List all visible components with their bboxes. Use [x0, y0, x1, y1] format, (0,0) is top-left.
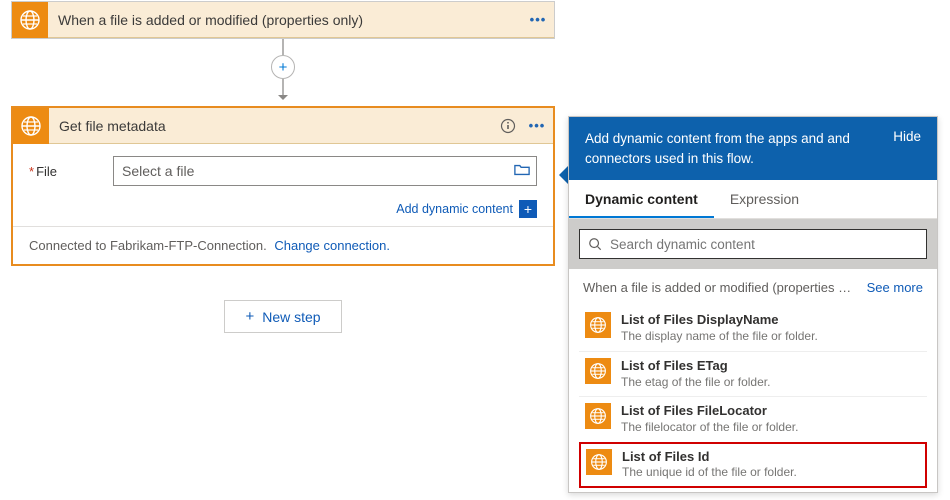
action-card: Get file metadata ••• File Add dynamic c… — [11, 106, 555, 266]
file-input-wrap[interactable] — [113, 156, 537, 186]
search-bar — [569, 219, 937, 269]
new-step-label: New step — [262, 309, 320, 325]
tab-expression[interactable]: Expression — [714, 180, 815, 218]
change-connection-link[interactable]: Change connection. — [274, 238, 390, 253]
file-input[interactable] — [122, 163, 514, 179]
ftp-icon — [13, 108, 49, 144]
ellipsis-icon[interactable]: ••• — [521, 118, 553, 133]
dc-item-name: List of Files Id — [622, 449, 797, 466]
folder-icon[interactable] — [514, 163, 530, 180]
add-step-button[interactable]: + — [271, 55, 295, 79]
ftp-icon — [585, 358, 611, 384]
search-input[interactable] — [610, 237, 918, 252]
dc-item-name: List of Files FileLocator — [621, 403, 798, 420]
tab-dynamic[interactable]: Dynamic content — [569, 180, 714, 218]
dc-item-text: List of Files ETag The etag of the file … — [621, 358, 770, 390]
dc-item-desc: The filelocator of the file or folder. — [621, 420, 798, 436]
group-title: When a file is added or modified (proper… — [583, 280, 857, 295]
trigger-title: When a file is added or modified (proper… — [48, 12, 522, 28]
dc-items: List of Files DisplayName The display na… — [569, 306, 937, 492]
plus-icon: + — [245, 308, 254, 325]
arrow-down-icon — [277, 91, 289, 106]
search-icon — [588, 237, 602, 251]
ftp-icon — [585, 403, 611, 429]
group-header: When a file is added or modified (proper… — [569, 269, 937, 306]
panel-header: Add dynamic content from the apps and an… — [569, 117, 937, 180]
ftp-icon — [12, 2, 48, 38]
ftp-icon — [586, 449, 612, 475]
plus-icon: + — [279, 60, 288, 75]
search-box[interactable] — [579, 229, 927, 259]
trigger-card: When a file is added or modified (proper… — [11, 1, 555, 39]
new-step-button[interactable]: + New step — [224, 300, 341, 333]
dc-item-etag[interactable]: List of Files ETag The etag of the file … — [579, 351, 927, 396]
connector-line — [282, 39, 284, 55]
dc-item-filelocator[interactable]: List of Files FileLocator The filelocato… — [579, 396, 927, 441]
action-body: File — [13, 144, 553, 196]
dc-item-text: List of Files FileLocator The filelocato… — [621, 403, 798, 435]
connection-footer: Connected to Fabrikam-FTP-Connection. Ch… — [13, 226, 553, 264]
dc-item-displayname[interactable]: List of Files DisplayName The display na… — [579, 306, 927, 350]
add-dynamic-button[interactable]: + — [519, 200, 537, 218]
trigger-header[interactable]: When a file is added or modified (proper… — [12, 2, 554, 38]
add-dynamic-row: Add dynamic content + — [13, 196, 553, 226]
action-header[interactable]: Get file metadata ••• — [13, 108, 553, 144]
dc-item-text: List of Files Id The unique id of the fi… — [622, 449, 797, 481]
dc-item-id[interactable]: List of Files Id The unique id of the fi… — [579, 442, 927, 488]
dc-item-desc: The etag of the file or folder. — [621, 375, 770, 391]
panel-header-text: Add dynamic content from the apps and an… — [585, 129, 881, 168]
dc-item-name: List of Files DisplayName — [621, 312, 818, 329]
dynamic-content-panel: Add dynamic content from the apps and an… — [568, 116, 938, 493]
ellipsis-icon[interactable]: ••• — [522, 12, 554, 27]
hide-button[interactable]: Hide — [893, 129, 921, 144]
info-icon[interactable] — [495, 113, 521, 139]
action-title: Get file metadata — [49, 118, 495, 134]
dc-item-text: List of Files DisplayName The display na… — [621, 312, 818, 344]
dc-item-desc: The unique id of the file or folder. — [622, 465, 797, 481]
new-step-row: + New step — [11, 266, 555, 333]
dc-item-name: List of Files ETag — [621, 358, 770, 375]
ftp-icon — [585, 312, 611, 338]
connection-text: Connected to Fabrikam-FTP-Connection. — [29, 238, 267, 253]
add-dynamic-link[interactable]: Add dynamic content — [396, 202, 513, 216]
dc-item-desc: The display name of the file or folder. — [621, 329, 818, 345]
param-label: File — [29, 164, 113, 179]
panel-tabs: Dynamic content Expression — [569, 180, 937, 219]
see-more-link[interactable]: See more — [867, 280, 923, 295]
param-row-file: File — [29, 156, 537, 186]
connector: + — [11, 39, 555, 106]
